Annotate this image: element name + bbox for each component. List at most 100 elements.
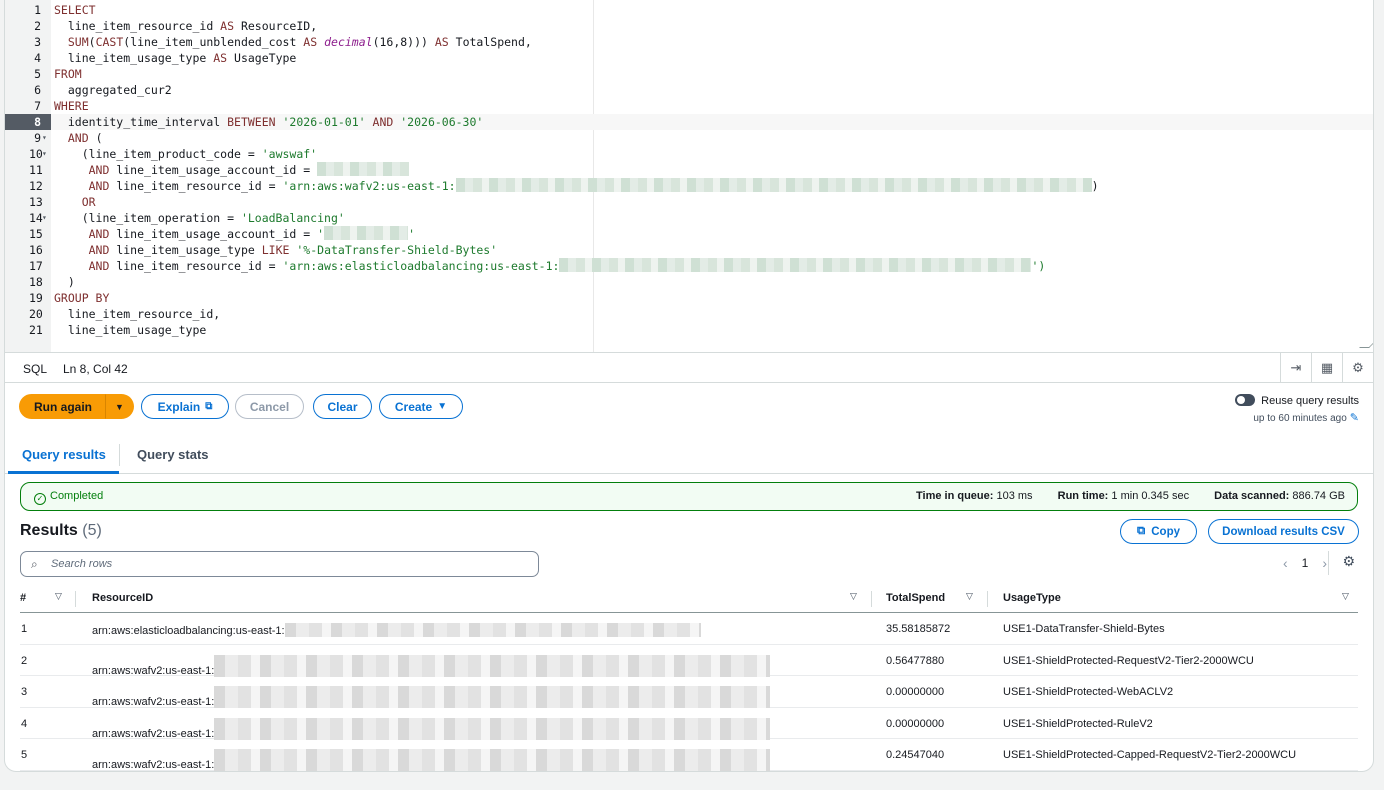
query-actions-bar: Run again ▼ Explain ⧉ Cancel Clear Create… [4, 383, 1374, 435]
line-number: 1 [34, 3, 41, 17]
table-row[interactable]: 3 arn:aws:wafv2:us-east-1: 0.00000000 USE1-… [20, 676, 1358, 708]
line-number: 16 [29, 243, 43, 257]
code-line[interactable]: 6 aggregated_cur2 [5, 82, 1373, 98]
explain-button[interactable]: Explain ⧉ [141, 394, 229, 419]
line-number: 3 [34, 35, 41, 49]
usage-type-cell: USE1-ShieldProtected-RequestV2-Tier2-200… [1003, 654, 1254, 667]
code-line[interactable]: 19 GROUP BY [5, 290, 1373, 306]
external-link-icon: ⧉ [205, 401, 213, 412]
code-line[interactable]: 4 line_item_usage_type AS UsageType [5, 50, 1373, 66]
download-csv-button[interactable]: Download results CSV [1208, 519, 1359, 544]
status-badge: ✓ Completed [34, 490, 103, 505]
keyboard-shortcuts-icon[interactable]: ▦ [1311, 353, 1342, 382]
line-number: 7 [34, 99, 41, 113]
copy-icon: ⧉ [1137, 525, 1146, 537]
search-input[interactable] [49, 555, 519, 573]
column-header-usagetype[interactable]: UsageType [1003, 592, 1061, 604]
sort-icon[interactable]: ▽ [850, 591, 857, 602]
cancel-button[interactable]: Cancel [235, 394, 304, 419]
results-table: # ▽ ResourceID ▽ TotalSpend ▽ UsageType … [20, 585, 1358, 771]
column-header-resourceid[interactable]: ResourceID [92, 592, 153, 604]
code-line[interactable]: 11 AND line_item_usage_account_id = [5, 162, 1373, 178]
code-line[interactable]: 15 AND line_item_usage_account_id = ' ' [5, 226, 1373, 242]
code-line[interactable]: 2 line_item_resource_id AS ResourceID, [5, 18, 1373, 34]
code-line[interactable]: 3 SUM(CAST(line_item_unblended_cost AS d… [5, 34, 1373, 50]
tab-query-results[interactable]: Query results [22, 447, 106, 462]
line-number: 9 ▾ [34, 130, 47, 146]
fold-toggle-icon[interactable]: ▾ [42, 146, 47, 162]
reuse-results-toggle-group: Reuse query results up to 60 minutes ago… [1235, 394, 1359, 424]
column-header-totalspend[interactable]: TotalSpend [886, 592, 945, 604]
code-line[interactable]: 18 ) [5, 274, 1373, 290]
table-row[interactable]: 4 arn:aws:wafv2:us-east-1: 0.00000000 USE1-… [20, 708, 1358, 740]
redacted-value [455, 178, 1092, 192]
code-line[interactable]: 13 OR [5, 194, 1373, 210]
tab-query-stats[interactable]: Query stats [137, 447, 209, 462]
previous-page-icon[interactable]: ‹ [1283, 555, 1288, 571]
table-row[interactable]: 2 arn:aws:wafv2:us-east-1: 0.56477880 USE1-… [20, 645, 1358, 677]
row-index: 5 [21, 749, 28, 761]
reuse-results-toggle[interactable] [1235, 394, 1256, 406]
total-spend-cell: 0.56477880 [886, 654, 945, 667]
results-tabs: Query results Query stats [5, 435, 1373, 474]
sort-icon[interactable]: ▽ [55, 591, 62, 602]
line-number: 19 [29, 291, 43, 305]
line-number: 18 [29, 275, 43, 289]
line-number: 21 [29, 323, 43, 337]
line-number: 6 [34, 83, 41, 97]
code-line[interactable]: 17 AND line_item_resource_id = 'arn:aws:… [5, 258, 1373, 274]
sql-editor[interactable]: 1 SELECT 2 line_item_resource_id AS Resour… [4, 0, 1374, 352]
caret-down-icon: ▼ [437, 401, 448, 412]
code-line[interactable]: 14 ▾ (line_item_operation = 'LoadBalancin… [5, 210, 1373, 226]
row-index: 2 [21, 654, 28, 667]
resource-id-cell: arn:aws:wafv2:us-east-1: [92, 717, 771, 740]
code-line[interactable]: 16 AND line_item_usage_type LIKE '%-Data… [5, 242, 1373, 258]
code-line[interactable]: 10 ▾ (line_item_product_code = 'awswaf' [5, 146, 1373, 162]
data-scanned-label: Data scanned: [1214, 490, 1290, 502]
language-label: SQL [23, 362, 48, 376]
run-options-dropdown[interactable]: ▼ [105, 394, 134, 419]
fold-toggle-icon[interactable]: ▾ [42, 210, 47, 226]
table-row[interactable]: 1 arn:aws:elasticloadbalancing:us-east-1:… [20, 613, 1358, 645]
sort-icon[interactable]: ▽ [966, 591, 973, 602]
results-title: Results (5) [20, 522, 102, 539]
resize-handle[interactable] [1359, 338, 1373, 348]
table-header: # ▽ ResourceID ▽ TotalSpend ▽ UsageType … [20, 585, 1358, 613]
column-header-index: # [20, 592, 27, 604]
code-line[interactable]: 5 FROM [5, 66, 1373, 82]
format-query-icon[interactable]: ⇥ [1280, 353, 1311, 382]
usage-type-cell: USE1-DataTransfer-Shield-Bytes [1003, 623, 1165, 635]
row-index: 3 [21, 686, 28, 698]
sort-icon[interactable]: ▽ [1342, 591, 1349, 602]
clear-button[interactable]: Clear [313, 394, 372, 419]
row-index: 1 [21, 623, 28, 635]
code-line[interactable]: 20 line_item_resource_id, [5, 306, 1373, 322]
table-row[interactable]: 5 arn:aws:wafv2:us-east-1: 0.24547040 USE1-… [20, 739, 1358, 771]
editor-settings-icon[interactable]: ⚙ [1342, 353, 1373, 382]
line-number: 5 [34, 67, 41, 81]
table-preferences-icon[interactable]: ⚙ [1342, 553, 1355, 570]
create-button[interactable]: Create ▼ [379, 394, 463, 419]
fold-toggle-icon[interactable]: ▾ [42, 130, 47, 146]
run-again-button[interactable]: Run again [19, 394, 107, 419]
code-line[interactable]: 1 SELECT [5, 2, 1373, 18]
code-line[interactable]: 8 identity_time_interval BETWEEN '2026-0… [5, 114, 1373, 130]
run-time-label: Run time: [1057, 490, 1109, 502]
redacted-value [559, 258, 1032, 272]
cursor-position: Ln 8, Col 42 [63, 362, 128, 376]
next-page-icon[interactable]: › [1322, 555, 1327, 571]
total-spend-cell: 0.24547040 [886, 749, 945, 761]
copy-button[interactable]: ⧉ Copy [1120, 519, 1197, 544]
line-number: 14 ▾ [29, 210, 47, 226]
resource-id-cell: arn:aws:elasticloadbalancing:us-east-1: [92, 623, 701, 637]
current-page[interactable]: 1 [1302, 556, 1309, 570]
code-line[interactable]: 12 AND line_item_resource_id = 'arn:aws:… [5, 178, 1373, 194]
check-circle-icon: ✓ [34, 493, 46, 505]
edit-pencil-icon[interactable]: ✎ [1350, 412, 1359, 424]
code-line[interactable]: 21 line_item_usage_type [5, 322, 1373, 338]
line-number: 2 [34, 19, 41, 33]
search-rows-field[interactable]: ⌕ [20, 551, 539, 577]
code-line[interactable]: 9 ▾ AND ( [5, 130, 1373, 146]
results-count: (5) [82, 522, 102, 539]
code-line[interactable]: 7 WHERE [5, 98, 1373, 114]
